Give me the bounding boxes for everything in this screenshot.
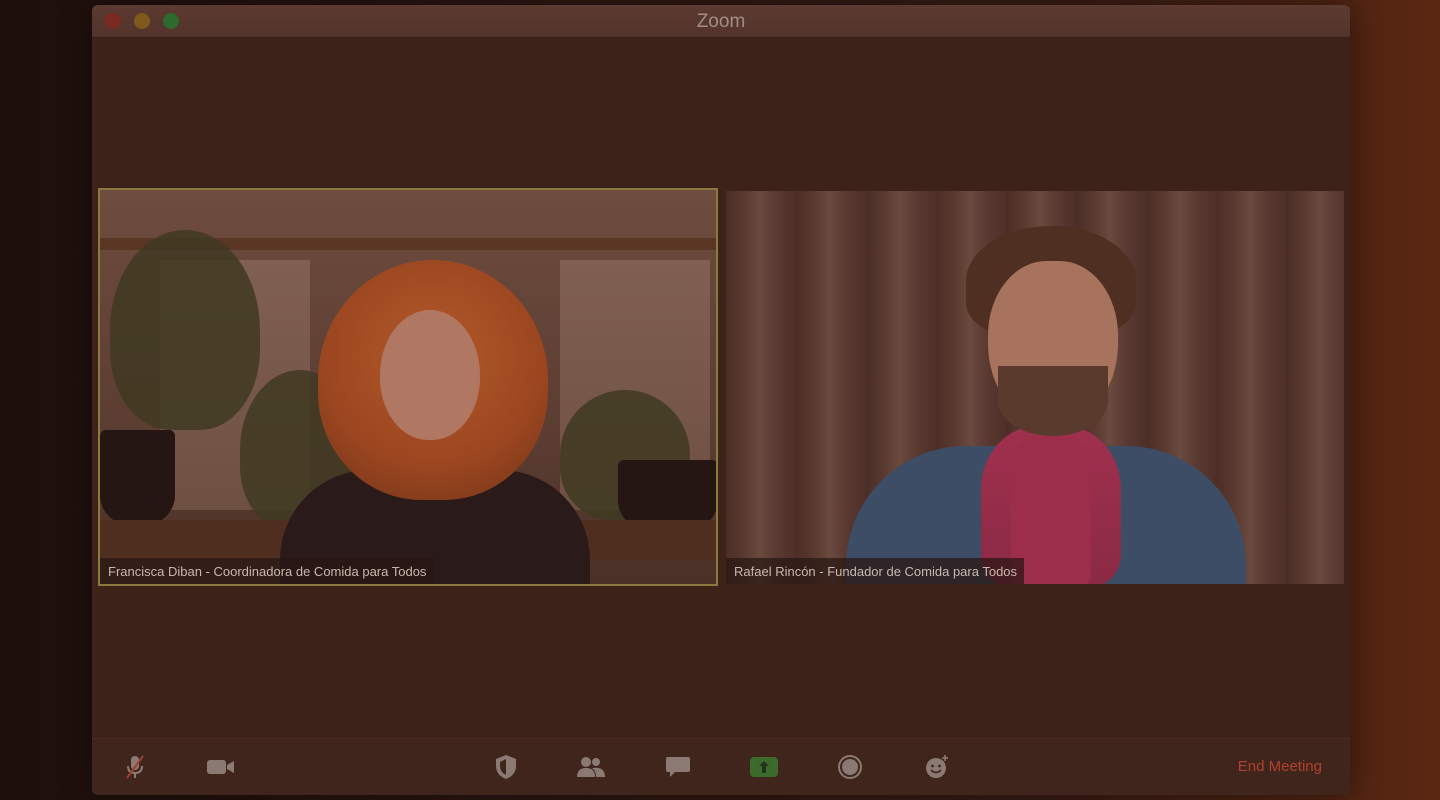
participants-button[interactable] [574, 753, 608, 781]
share-screen-icon [759, 761, 769, 773]
video-button[interactable] [204, 753, 238, 781]
participant-name-label: Francisca Diban - Coordinadora de Comida… [100, 558, 434, 584]
zoom-window: Zoom Francisca Diban - Coordinadora de C… [92, 5, 1350, 795]
participant-name-label: Rafael Rincón - Fundador de Comida para … [726, 558, 1025, 584]
participants-icon [577, 757, 605, 777]
chat-button[interactable] [661, 753, 695, 781]
microphone-muted-icon [126, 755, 144, 779]
chat-icon [666, 757, 690, 777]
record-icon [838, 755, 862, 779]
security-button[interactable] [489, 753, 523, 781]
record-button[interactable] [833, 753, 867, 781]
end-meeting-button[interactable]: End Meeting [1238, 758, 1322, 775]
share-screen-button[interactable] [750, 757, 778, 777]
reactions-icon [926, 755, 948, 778]
reactions-button[interactable] [920, 753, 954, 781]
video-tile-francisca[interactable]: Francisca Diban - Coordinadora de Comida… [98, 188, 718, 586]
participant-face [380, 310, 480, 440]
title-bar: Zoom [92, 5, 1350, 38]
background-pot [100, 430, 175, 525]
security-shield-icon [496, 755, 516, 779]
meeting-controls: End Meeting [92, 738, 1350, 795]
participant-beard [998, 366, 1108, 436]
video-tile-rafael[interactable]: Rafael Rincón - Fundador de Comida para … [726, 191, 1344, 584]
video-gallery: Francisca Diban - Coordinadora de Comida… [92, 38, 1350, 738]
video-camera-icon [207, 760, 234, 774]
background-plant [110, 230, 260, 430]
window-title: Zoom [696, 11, 746, 32]
mute-button[interactable] [118, 753, 152, 781]
